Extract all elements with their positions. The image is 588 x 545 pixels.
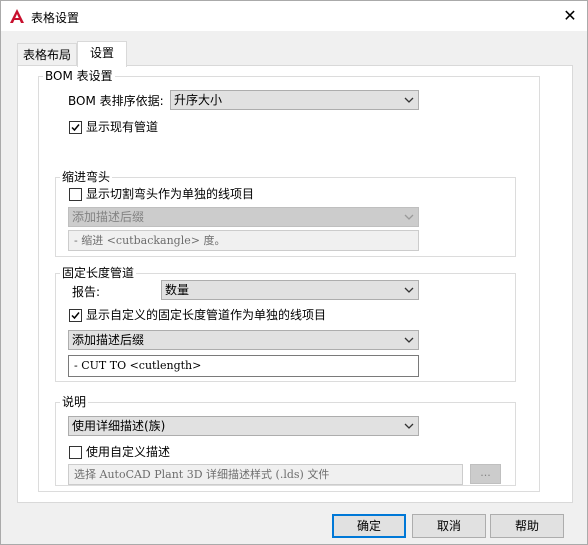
chevron-down-icon bbox=[404, 337, 414, 343]
report-select-value: 数量 bbox=[165, 283, 190, 297]
window-title: 表格设置 bbox=[31, 11, 80, 25]
cutback-suffix-text[interactable]: - 缩进 <cutbackangle> 度。 bbox=[68, 230, 419, 251]
chevron-down-icon bbox=[404, 214, 414, 220]
show-custom-fixed-label: 显示自定义的固定长度管道作为单独的线项目 bbox=[86, 308, 327, 322]
show-custom-fixed-checkbox[interactable] bbox=[69, 309, 82, 322]
lds-file-placeholder: 选择 AutoCAD Plant 3D 详细描述样式 (.lds) 文件 bbox=[74, 468, 330, 481]
use-custom-desc-checkbox[interactable] bbox=[69, 446, 82, 459]
sort-select-value: 升序大小 bbox=[174, 93, 223, 107]
lds-file-input[interactable]: 选择 AutoCAD Plant 3D 详细描述样式 (.lds) 文件 bbox=[68, 464, 463, 485]
report-select[interactable]: 数量 bbox=[161, 280, 419, 300]
fixed-suffix-value: 添加描述后缀 bbox=[72, 333, 145, 347]
cutback-suffix-text-value: - 缩进 <cutbackangle> 度。 bbox=[74, 234, 226, 247]
description-select-value: 使用详细描述(族) bbox=[72, 419, 166, 433]
cutback-suffix-select[interactable]: 添加描述后缀 bbox=[68, 207, 419, 227]
sort-select[interactable]: 升序大小 bbox=[170, 90, 419, 110]
fixed-suffix-text-value: - CUT TO <cutlength> bbox=[74, 359, 202, 372]
tab-table-layout[interactable]: 表格布局 bbox=[17, 43, 77, 66]
show-existing-label: 显示现有管道 bbox=[86, 120, 159, 134]
browse-button[interactable]: ... bbox=[470, 464, 501, 484]
bom-group-label: BOM 表设置 bbox=[43, 68, 115, 84]
show-cutback-checkbox[interactable] bbox=[69, 188, 82, 201]
ok-button[interactable]: 确定 bbox=[332, 514, 406, 538]
fixed-suffix-select[interactable]: 添加描述后缀 bbox=[68, 330, 419, 350]
chevron-down-icon bbox=[404, 423, 414, 429]
chevron-down-icon bbox=[404, 287, 414, 293]
chevron-down-icon bbox=[404, 97, 414, 103]
cutback-suffix-value: 添加描述后缀 bbox=[72, 210, 145, 224]
show-existing-checkbox[interactable] bbox=[69, 121, 82, 134]
dialog-window: 表格设置 ✕ 表格布局 设置 BOM 表设置 BOM 表排序依据: 升序大小 显… bbox=[0, 0, 588, 545]
description-select[interactable]: 使用详细描述(族) bbox=[68, 416, 419, 436]
show-cutback-label: 显示切割弯头作为单独的线项目 bbox=[86, 187, 255, 201]
settings-panel: BOM 表设置 BOM 表排序依据: 升序大小 显示现有管道 缩进弯头 显示切割… bbox=[17, 65, 573, 503]
autocad-logo-icon bbox=[10, 9, 24, 23]
cancel-button[interactable]: 取消 bbox=[412, 514, 486, 538]
checkmark-icon bbox=[71, 124, 80, 132]
use-custom-desc-label: 使用自定义描述 bbox=[86, 445, 171, 459]
fixed-suffix-text[interactable]: - CUT TO <cutlength> bbox=[68, 355, 419, 377]
close-icon[interactable]: ✕ bbox=[553, 1, 587, 31]
tab-settings[interactable]: 设置 bbox=[77, 41, 127, 67]
title-bar[interactable]: 表格设置 ✕ bbox=[1, 1, 587, 31]
report-label: 报告: bbox=[72, 285, 101, 299]
cutback-group-label: 缩进弯头 bbox=[60, 169, 113, 185]
sort-label: BOM 表排序依据: bbox=[68, 94, 164, 108]
help-button[interactable]: 帮助 bbox=[490, 514, 564, 538]
fixed-length-group-label: 固定长度管道 bbox=[60, 265, 137, 281]
description-group-label: 说明 bbox=[60, 394, 89, 410]
checkmark-icon bbox=[71, 312, 80, 320]
